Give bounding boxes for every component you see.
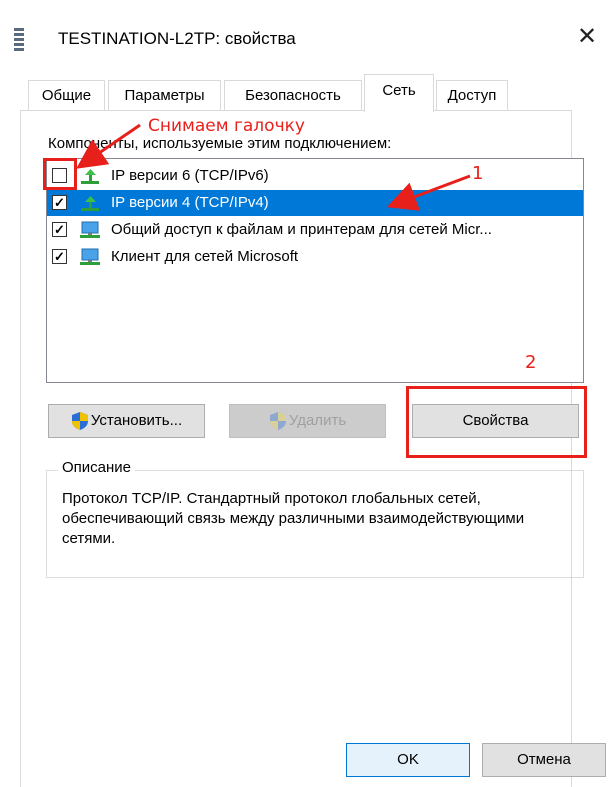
annotation-arrows xyxy=(76,123,471,211)
tab-network[interactable]: Сеть xyxy=(364,74,434,112)
arrow-to-checkbox xyxy=(76,123,141,169)
arrow-to-ipv4 xyxy=(386,174,471,211)
